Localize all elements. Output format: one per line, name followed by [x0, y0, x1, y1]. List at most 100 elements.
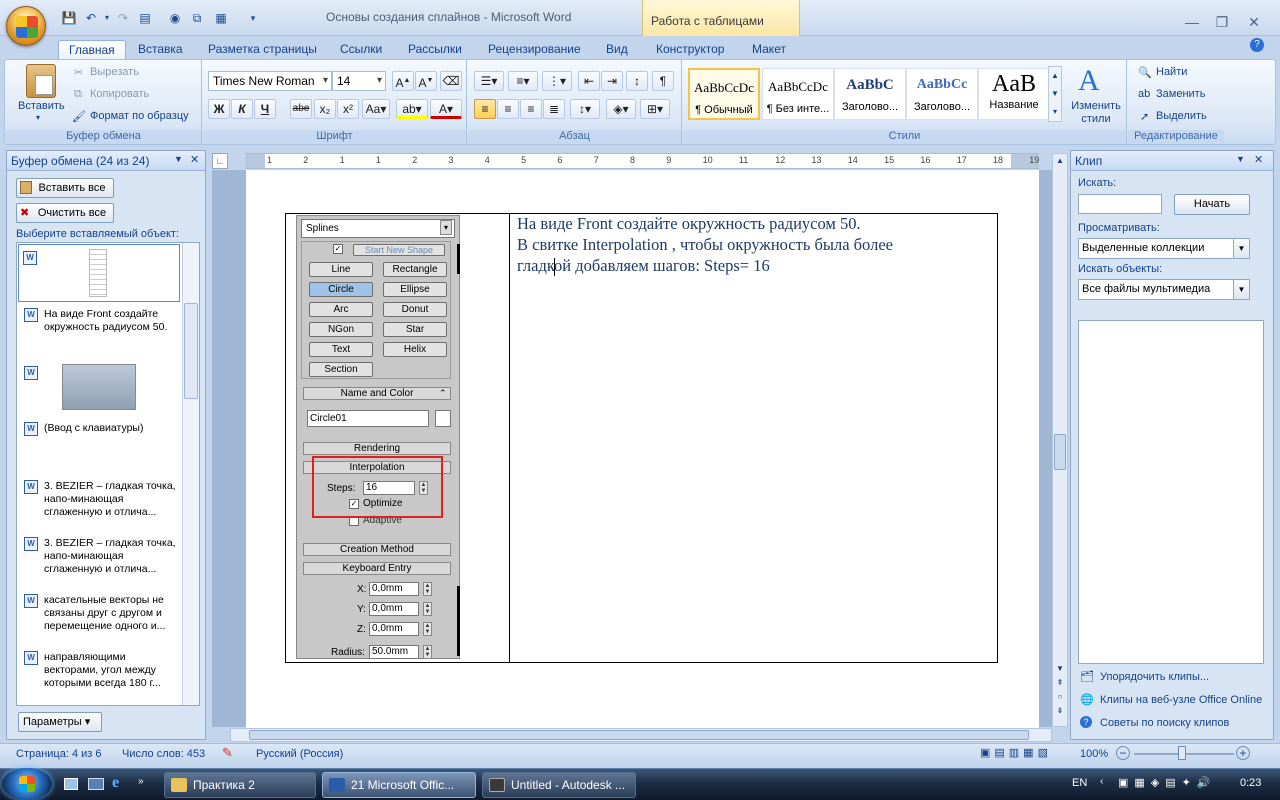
tree-icon[interactable]: ⧉	[188, 10, 206, 26]
shrink-font-icon[interactable]: A▼	[415, 71, 437, 91]
line-spacing-icon[interactable]: ↕▾	[570, 99, 600, 119]
save-icon[interactable]: 💾	[60, 10, 78, 26]
taskbar-item-3dsmax[interactable]: Untitled - Autodesk ...	[482, 772, 636, 798]
clear-format-icon[interactable]: ⌫	[440, 71, 462, 91]
tab-page-layout[interactable]: Разметка страницы	[198, 40, 327, 60]
go-button[interactable]: Начать	[1174, 194, 1250, 215]
pane-menu-icon[interactable]: ▼	[174, 154, 183, 164]
hscroll-thumb[interactable]	[249, 730, 1029, 740]
tab-view[interactable]: Вид	[596, 40, 638, 60]
change-case-icon[interactable]: Aa▾	[362, 99, 390, 119]
shading-icon[interactable]: ◈▾	[606, 99, 636, 119]
scroll-up-icon[interactable]: ▲	[1054, 156, 1066, 168]
align-center-icon[interactable]: ≡	[497, 99, 519, 119]
organize-clips-link[interactable]: Упорядочить клипы...	[1100, 671, 1209, 683]
superscript-icon[interactable]: x²	[337, 99, 359, 119]
pane-menu-icon[interactable]: ▼	[1236, 154, 1245, 164]
bullets-icon[interactable]: ☰▾	[474, 71, 504, 91]
paste-icon[interactable]	[26, 64, 56, 98]
clock[interactable]: 0:23	[1240, 777, 1261, 789]
horizontal-scrollbar[interactable]	[230, 728, 1052, 742]
underline-icon[interactable]: Ч	[254, 99, 276, 119]
increase-indent-icon[interactable]: ⇥	[601, 71, 623, 91]
tab-design[interactable]: Конструктор	[646, 40, 734, 60]
office-online-link[interactable]: Клипы на веб-узле Office Online	[1100, 694, 1262, 706]
grow-font-icon[interactable]: A▲	[392, 71, 414, 91]
style-tile-no-spacing[interactable]: AaBbCcDc ¶ Без инте...	[762, 68, 834, 120]
start-button[interactable]	[2, 768, 52, 800]
list-item[interactable]: касательные векторы не связаны друг с др…	[44, 594, 178, 633]
align-right-icon[interactable]: ≡	[520, 99, 542, 119]
zoom-thumb[interactable]	[1178, 746, 1186, 760]
find-button[interactable]: Найти	[1156, 66, 1187, 78]
list-item[interactable]: 3. BEZIER – гладкая точка, напо-минающая…	[44, 480, 178, 519]
tab-layout[interactable]: Макет	[742, 40, 796, 60]
close-pane-icon[interactable]: ✕	[190, 153, 199, 166]
font-color-icon[interactable]: A▾	[430, 99, 462, 119]
types-select[interactable]: Все файлы мультимедиа ▼	[1078, 279, 1250, 300]
paste-dropdown-icon[interactable]: ▾	[36, 113, 40, 122]
styles-scroll[interactable]: ▲ ▼ ▾	[1048, 66, 1062, 122]
numbering-icon[interactable]: ≡▾	[508, 71, 538, 91]
replace-button[interactable]: Заменить	[1156, 88, 1205, 100]
bold-icon[interactable]: Ж	[208, 99, 230, 119]
change-styles-icon[interactable]: A	[1078, 64, 1100, 98]
close-icon[interactable]: ✕	[1246, 14, 1262, 31]
show-desktop-icon[interactable]	[64, 778, 78, 790]
show-marks-icon[interactable]: ¶	[652, 71, 674, 91]
font-name-select[interactable]: Times New Roman	[208, 71, 332, 91]
strikethrough-icon[interactable]: abe	[290, 99, 312, 119]
scroll-thumb[interactable]	[1054, 434, 1066, 470]
style-tile-title[interactable]: AaB Название	[978, 68, 1050, 120]
sort-icon[interactable]: ↕	[626, 71, 648, 91]
print-preview-icon[interactable]: ▤	[136, 10, 154, 26]
office-button[interactable]	[6, 6, 46, 46]
document-text[interactable]: На виде Front создайте окружность радиус…	[517, 213, 987, 276]
restore-icon[interactable]: ❐	[1214, 14, 1230, 31]
tab-home[interactable]: Главная	[58, 40, 126, 61]
taskbar-item-word[interactable]: 21 Microsoft Offic...	[322, 772, 476, 798]
redo-icon[interactable]: ↷	[114, 10, 132, 26]
zoom-out-icon[interactable]: −	[1116, 746, 1130, 760]
list-item[interactable]: W	[18, 244, 180, 302]
format-painter-button[interactable]: Формат по образцу	[90, 110, 189, 122]
embedded-3dsmax-panel[interactable]: Splines ▾ ✓ Start New Shape Line Rectangl…	[296, 215, 460, 659]
list-item[interactable]: 3. BEZIER – гладкая точка, напо-минающая…	[44, 537, 178, 576]
close-pane-icon[interactable]: ✕	[1254, 153, 1263, 166]
justify-icon[interactable]: ≣	[543, 99, 565, 119]
thumbnail-image[interactable]	[62, 364, 136, 410]
scroll-nav-icons[interactable]: ▼ ⇞ ○ ⇟	[1054, 662, 1066, 718]
tray-expand-icon[interactable]: ‹	[1100, 776, 1103, 787]
horizontal-ruler[interactable]: 1 2 1 1 2 3 4 5 6 7 8 9 10 11 12 13 14 15 16 17 18 19	[246, 153, 1039, 169]
list-item[interactable]: (Ввод с клавиатуры)	[44, 422, 178, 435]
search-tips-link[interactable]: Советы по поиску клипов	[1100, 717, 1229, 729]
clip-results-area[interactable]	[1078, 320, 1264, 664]
paste-button[interactable]: Вставить	[18, 100, 65, 112]
clear-all-button[interactable]: Очистить все	[16, 203, 114, 223]
highlight-icon[interactable]: ab▾	[396, 99, 428, 119]
tab-selector-icon[interactable]: ∟	[212, 153, 228, 169]
tab-references[interactable]: Ссылки	[330, 40, 392, 60]
list-item[interactable]: направляющими векторами, угол между кото…	[44, 651, 178, 690]
font-size-select[interactable]: 14	[332, 71, 386, 91]
list-item[interactable]: На виде Front создайте окружность радиус…	[44, 308, 178, 334]
clipboard-scrollbar[interactable]	[182, 243, 199, 705]
borders-icon[interactable]: ⊞▾	[640, 99, 670, 119]
switch-windows-icon[interactable]	[88, 778, 104, 790]
zoom-in-icon[interactable]: +	[1236, 746, 1250, 760]
tab-insert[interactable]: Вставка	[128, 40, 193, 60]
align-left-icon[interactable]: ≡	[474, 99, 496, 119]
format-painter-icon[interactable]: 🖌	[72, 110, 86, 123]
change-styles-button[interactable]: Изменить стили	[1068, 100, 1124, 126]
style-tile-heading1[interactable]: AaBbC Заголово...	[834, 68, 906, 120]
word-count[interactable]: Число слов: 453	[122, 748, 205, 760]
tab-review[interactable]: Рецензирование	[478, 40, 591, 60]
find-icon[interactable]: 🔍	[1138, 66, 1152, 79]
taskbar-item-folder[interactable]: Практика 2	[164, 772, 316, 798]
ie-icon[interactable]: e	[112, 774, 119, 792]
language-bar[interactable]: EN	[1072, 777, 1087, 789]
minimize-icon[interactable]: —	[1184, 14, 1200, 30]
record-icon[interactable]: ◉	[166, 10, 184, 26]
language-indicator[interactable]: Русский (Россия)	[256, 748, 343, 760]
copy-button[interactable]: Копировать	[90, 88, 149, 100]
